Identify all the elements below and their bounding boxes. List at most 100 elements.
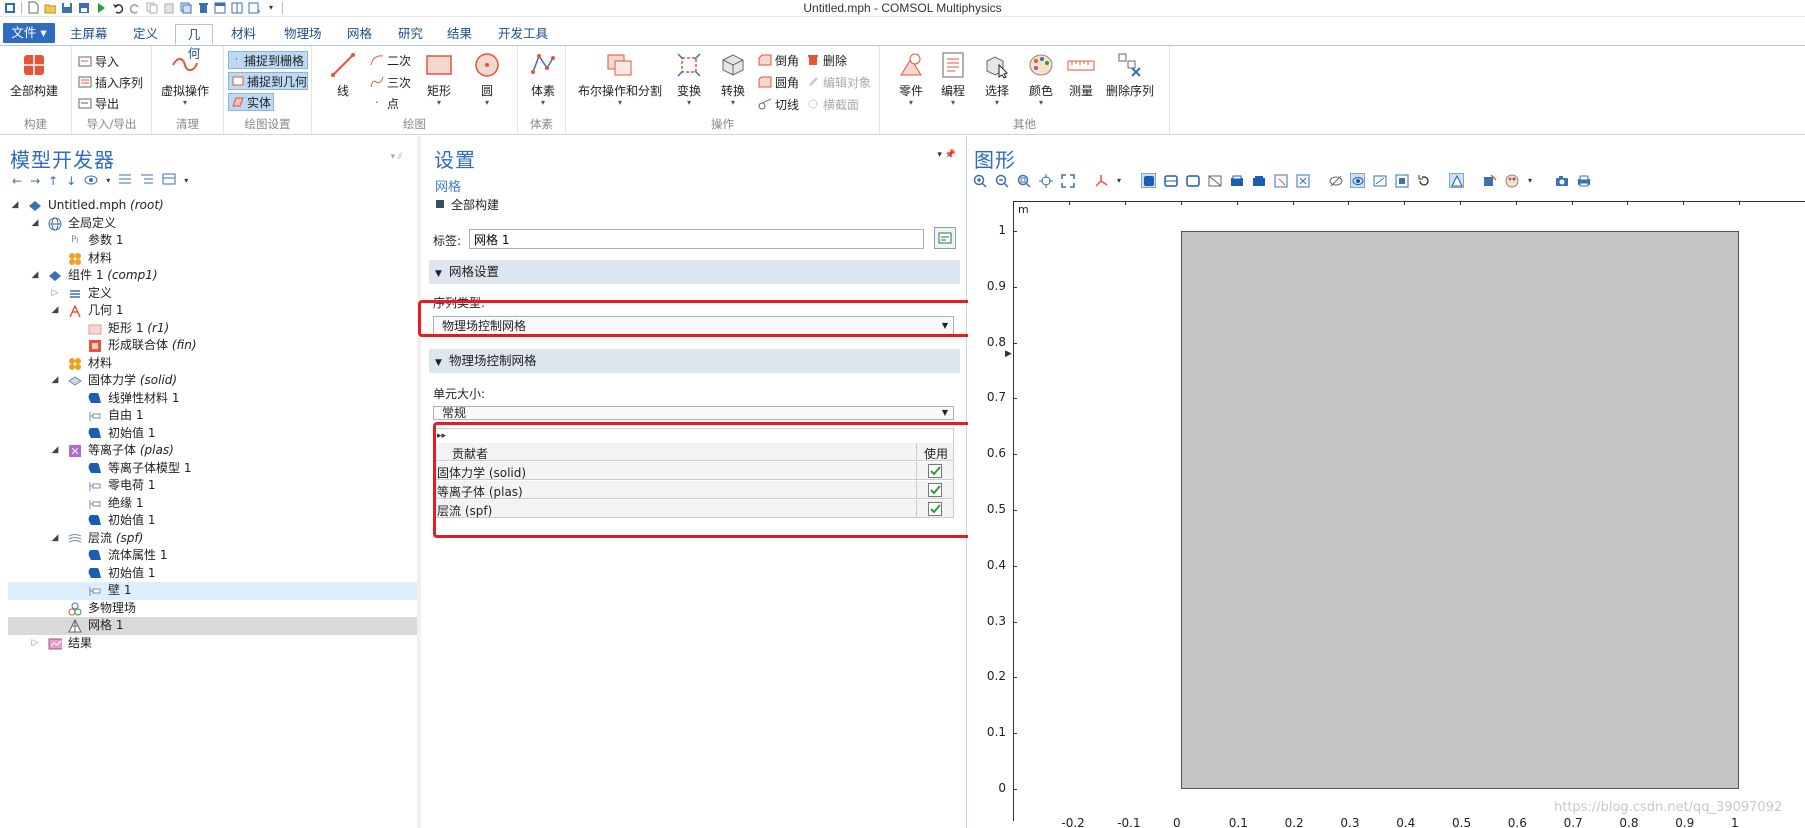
tree-node-rectangle[interactable]: 矩形 1 (r1) (8, 320, 418, 338)
axis-orientation-icon[interactable] (1093, 173, 1108, 188)
tab-home[interactable]: 主屏幕 (64, 24, 114, 45)
fillet-button[interactable]: 圆角 (758, 73, 799, 91)
import-button[interactable]: 导入 (78, 52, 119, 70)
label-input[interactable] (469, 229, 924, 249)
select-box-icon[interactable] (1229, 173, 1244, 188)
tree-node-linear-elastic[interactable]: 线弹性材料 1 (8, 390, 418, 408)
cubic-button[interactable]: 三次 (370, 73, 411, 91)
back-arrow-icon[interactable]: ← (12, 174, 22, 188)
build-all-button[interactable]: 全部构建 (10, 50, 58, 99)
scene-light-icon[interactable] (1482, 173, 1497, 188)
tab-mesh[interactable]: 网格 (341, 24, 378, 45)
zoom-selection-icon[interactable] (1038, 173, 1053, 188)
tab-geometry[interactable]: 几何 (175, 24, 213, 61)
delete-entities-button[interactable]: 删除 (806, 51, 847, 69)
chevron-down-icon[interactable]: ▾ (1526, 173, 1534, 188)
edit-object-button[interactable]: 编辑对象 (806, 73, 871, 91)
parts-button[interactable]: 零件 ▾ (896, 50, 926, 107)
tree-node-parameters[interactable]: Pi 参数 1 (8, 232, 418, 250)
transform-button[interactable]: 变换 ▾ (674, 50, 704, 107)
expand-all-icon[interactable] (140, 173, 154, 188)
select-edge-icon[interactable] (1185, 173, 1200, 188)
tree-node-plasma-model[interactable]: 等离子体模型 1 (8, 460, 418, 478)
tree-node-initial-values-plasma[interactable]: 初始值 1 (8, 512, 418, 530)
tree-node-form-union[interactable]: 形成联合体 (fin) (8, 337, 418, 355)
expand-toggle[interactable]: ▷ (30, 635, 40, 653)
pane-menu-icon[interactable]: ▾ ⫽ (391, 152, 402, 162)
tab-study[interactable]: 研究 (392, 24, 429, 45)
forward-arrow-icon[interactable]: → (30, 174, 40, 188)
select-all-icon[interactable] (1251, 173, 1266, 188)
tree-node-solid-mechanics[interactable]: ◢ 固体力学 (solid) (8, 372, 418, 390)
tangent-button[interactable]: 切线 (758, 95, 799, 113)
invert-selection-icon[interactable] (1295, 173, 1310, 188)
color-button[interactable]: 颜色 ▾ (1026, 50, 1056, 107)
boolean-button[interactable]: 布尔操作和分割 ▾ (578, 50, 662, 107)
zoom-out-icon[interactable] (994, 173, 1009, 188)
tree-node-geometry[interactable]: ◢ 几何 1 (8, 302, 418, 320)
pane-splitter[interactable] (417, 136, 421, 828)
show-icon[interactable] (84, 174, 98, 188)
circle-button[interactable]: 圆 ▾ (472, 50, 502, 107)
line-button[interactable]: 线 (328, 50, 358, 99)
expand-toggle[interactable]: ◢ (30, 267, 40, 285)
virtual-ops-button[interactable]: 虚拟操作 ▾ (161, 50, 209, 107)
element-size-select[interactable]: 常规 ▼ (433, 406, 954, 420)
camera-icon[interactable] (1554, 173, 1569, 188)
pane-menu-icon[interactable]: ▾ 📌 (937, 150, 956, 160)
tab-developer[interactable]: 开发工具 (492, 24, 554, 45)
zoom-box-icon[interactable] (1016, 173, 1031, 188)
build-all-link[interactable]: 全部构建 (435, 196, 499, 213)
color-palette-icon[interactable] (1504, 173, 1519, 188)
section-physics-mesh[interactable]: ▼ 物理场控制网格 (429, 349, 960, 373)
select-boundary-icon[interactable] (1163, 173, 1178, 188)
hide-icon[interactable] (1328, 173, 1343, 188)
chamfer-button[interactable]: 倒角 (758, 51, 799, 69)
expand-toggle[interactable]: ◢ (50, 530, 60, 548)
solid-toggle[interactable]: 实体 (228, 93, 274, 111)
measure-button[interactable]: 测量 (1066, 50, 1096, 99)
render-mode-icon[interactable] (1449, 173, 1464, 188)
expand-toggle[interactable]: ◢ (50, 442, 60, 460)
move-up-icon[interactable]: ↑ (48, 174, 58, 188)
rectangle-button[interactable]: 矩形 ▾ (424, 50, 454, 107)
chevron-down-icon[interactable]: ▾ (106, 176, 110, 185)
collapse-all-icon[interactable] (118, 173, 132, 188)
insert-sequence-button[interactable]: 插入序列 (78, 73, 143, 91)
view-icon[interactable] (1394, 173, 1409, 188)
select-point-icon[interactable] (1207, 173, 1222, 188)
tree-node-mesh[interactable]: 网格 1 (8, 617, 418, 635)
tree-node-component[interactable]: ◢ 组件 1 (comp1) (8, 267, 418, 285)
delete-sequence-button[interactable]: 删除序列 (1106, 50, 1154, 99)
expand-toggle[interactable]: ◢ (50, 372, 60, 390)
tree-node-root[interactable]: ◢ Untitled.mph (root) (8, 197, 418, 215)
tree-node-free[interactable]: 自由 1 (8, 407, 418, 425)
point-button[interactable]: · 点 (370, 94, 399, 112)
snap-to-geometry-toggle[interactable]: 捕捉到几何 (228, 72, 308, 90)
section-mesh-settings[interactable]: ▼ 网格设置 (429, 260, 960, 284)
cross-section-button[interactable]: 横截面 (806, 95, 859, 113)
tree-node-initial-values-solid[interactable]: 初始值 1 (8, 425, 418, 443)
rectangle-geometry[interactable] (1181, 231, 1739, 789)
snap-to-grid-toggle[interactable]: · 捕捉到栅格 (228, 51, 308, 69)
tab-results[interactable]: 结果 (441, 24, 478, 45)
tree-node-wall[interactable]: 壁 1 (8, 582, 418, 600)
tab-file[interactable]: 文件 ▾ (3, 23, 55, 43)
expand-toggle[interactable]: ◢ (50, 302, 60, 320)
tree-node-laminar-flow[interactable]: ◢ 层流 (spf) (8, 530, 418, 548)
hidden-items-icon[interactable] (1372, 173, 1387, 188)
block-button[interactable]: 体素 ▾ (528, 50, 558, 107)
tab-physics[interactable]: 物理场 (278, 24, 328, 45)
expand-toggle[interactable]: ◢ (10, 197, 20, 215)
tree-node-global-definitions[interactable]: ◢ 全局定义 (8, 215, 418, 233)
move-down-icon[interactable]: ↓ (66, 174, 76, 188)
select-domain-icon[interactable] (1141, 173, 1156, 188)
tree-options-icon[interactable] (162, 173, 176, 188)
print-icon[interactable] (1576, 173, 1591, 188)
zoom-in-icon[interactable] (972, 173, 987, 188)
tree-node-results[interactable]: ▷ 结果 (8, 635, 418, 653)
zoom-extents-icon[interactable] (1060, 173, 1075, 188)
tree-node-zero-charge[interactable]: 零电荷 1 (8, 477, 418, 495)
programming-button[interactable]: 编程 ▾ (938, 50, 968, 107)
chevron-down-icon[interactable]: ▾ (184, 176, 188, 185)
